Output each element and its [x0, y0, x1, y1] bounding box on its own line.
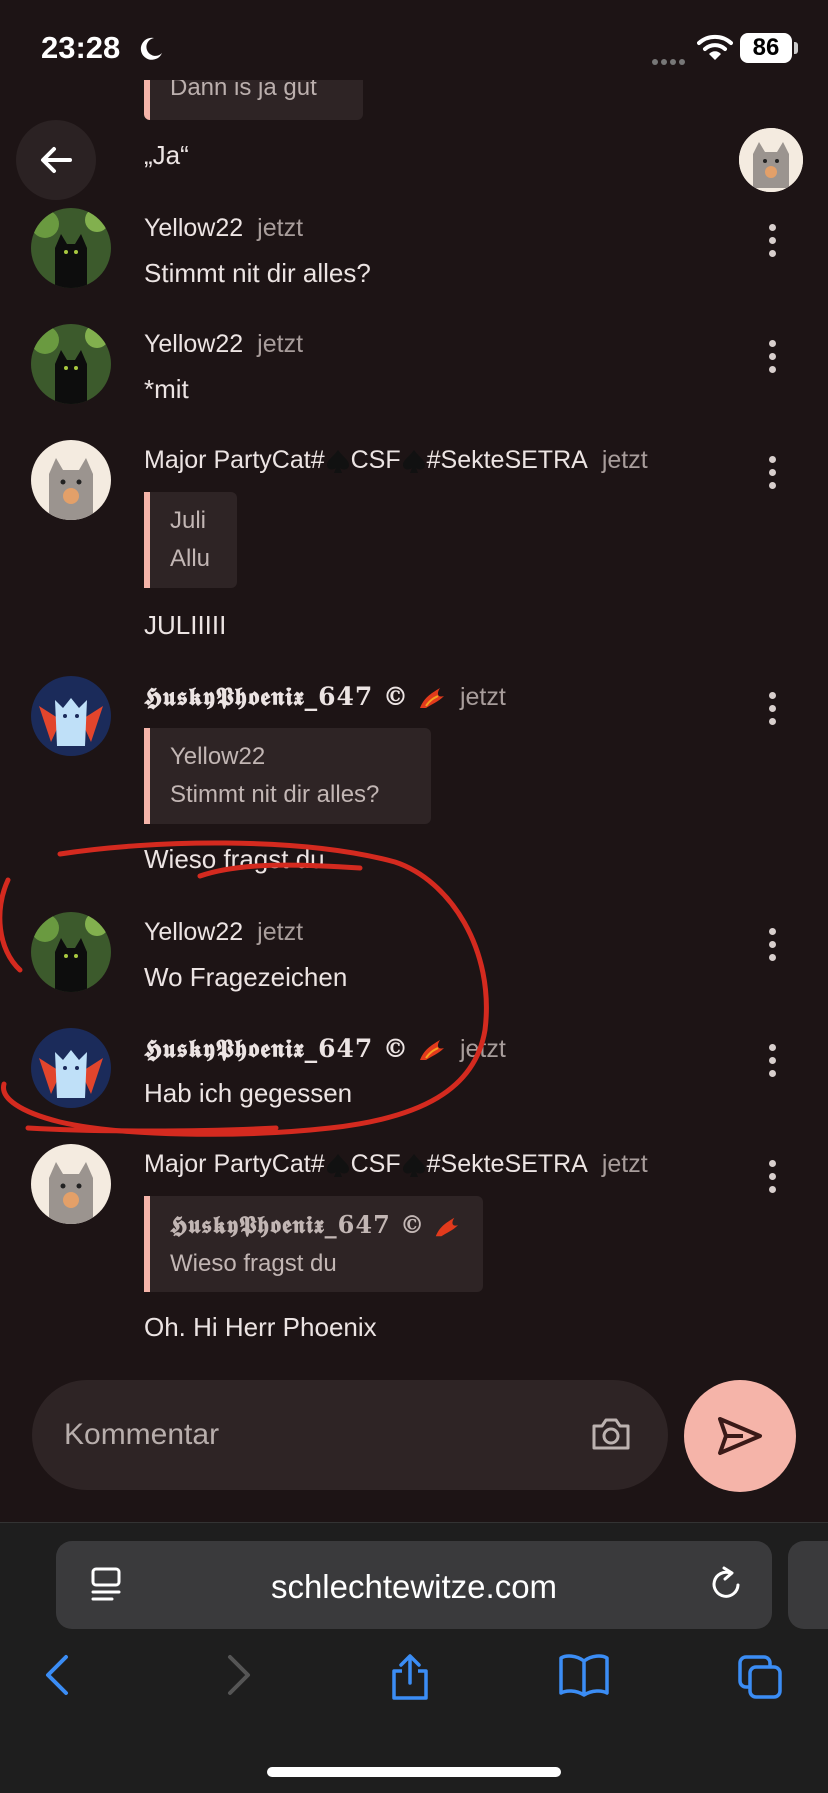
back-nav-icon[interactable] [42, 1653, 74, 1697]
message-text: Hab ich gegessen [144, 1078, 353, 1108]
spade-icon [326, 1154, 349, 1178]
share-icon[interactable] [389, 1653, 431, 1701]
quote-text: Wieso fragst du [170, 1250, 337, 1277]
more-options-icon[interactable] [762, 456, 782, 496]
comment-input[interactable]: Kommentar [32, 1380, 668, 1490]
wifi-icon [697, 34, 733, 60]
more-options-icon[interactable] [762, 692, 782, 732]
avatar-huskyphoenix[interactable] [31, 1028, 111, 1108]
avatar-yellow22[interactable] [31, 912, 111, 992]
more-options-icon[interactable] [762, 1160, 782, 1200]
wolf-phoenix-avatar-icon [31, 676, 111, 756]
spade-icon [326, 450, 349, 474]
more-options-icon[interactable] [762, 224, 782, 264]
message-author[interactable]: Major PartyCat# CSF #SekteSETRA jetzt [144, 1150, 648, 1179]
moon-icon [140, 37, 162, 60]
quote-author: Juli [170, 507, 207, 534]
message-text: Oh. Hi Herr Phoenix [144, 1312, 377, 1342]
quoted-message[interactable]: Yellow22 Stimmt nit dir alles? [144, 728, 431, 824]
partial-quote-text: Dann is ja gut [170, 80, 317, 101]
quoted-message[interactable]: Juli Allu [144, 492, 237, 588]
more-options-icon[interactable] [762, 340, 782, 380]
black-cat-avatar-icon [31, 324, 111, 404]
arrow-left-icon [41, 147, 72, 173]
send-button[interactable] [684, 1380, 796, 1492]
home-indicator [267, 1767, 561, 1777]
message-time: jetzt [601, 446, 648, 474]
avatar-huskyphoenix[interactable] [31, 676, 111, 756]
previous-message-text: „Ja“ [144, 140, 189, 170]
send-icon [718, 1417, 762, 1455]
cat-avatar-icon [31, 1144, 111, 1224]
phoenix-icon [419, 688, 444, 709]
message-time: jetzt [257, 330, 304, 358]
cat-avatar-icon [739, 128, 803, 192]
avatar-major-partycat[interactable] [31, 1144, 111, 1224]
camera-icon[interactable] [590, 1416, 632, 1452]
black-cat-avatar-icon [31, 912, 111, 992]
message-time: jetzt [257, 918, 304, 946]
reload-icon[interactable] [708, 1565, 744, 1603]
avatar-major-partycat[interactable] [31, 440, 111, 520]
message-author[interactable]: 𝕳𝖚𝖘𝖐𝖞𝕻𝖍𝖔𝖊𝖓𝖎𝖝_647 © jetzt [144, 1034, 506, 1064]
message-author[interactable]: Major PartyCat# CSF #SekteSETRA jetzt [144, 446, 648, 475]
signal-icon [652, 52, 688, 70]
spade-icon [402, 1154, 425, 1178]
bookmarks-icon[interactable] [558, 1653, 610, 1697]
message-time: jetzt [601, 1150, 648, 1178]
partial-quote: Dann is ja gut [144, 80, 363, 120]
avatar-yellow22[interactable] [31, 208, 111, 288]
address-bar[interactable]: schlechtewitze.com [56, 1541, 772, 1629]
message-author[interactable]: Yellow22 jetzt [144, 214, 303, 243]
phoenix-icon [435, 1217, 458, 1236]
back-button[interactable] [16, 120, 96, 200]
quoted-message[interactable]: 𝕳𝖚𝖘𝖐𝖞𝕻𝖍𝖔𝖊𝖓𝖎𝖝_647 © Wieso fragst du [144, 1196, 483, 1292]
message-time: jetzt [257, 214, 304, 242]
battery-indicator: 86 [740, 33, 792, 63]
browser-toolbar: schlechtewitze.com [0, 1522, 828, 1793]
black-cat-avatar-icon [31, 208, 111, 288]
url-text: schlechtewitze.com [270, 1568, 558, 1605]
more-options-icon[interactable] [762, 1044, 782, 1084]
message-text: Wieso fragst du [144, 844, 325, 874]
message-text: Stimmt nit dir alles? [144, 258, 371, 288]
next-tab-preview[interactable] [788, 1541, 828, 1629]
avatar-yellow22[interactable] [31, 324, 111, 404]
status-bar: 23:28 86 [0, 0, 828, 96]
more-options-icon[interactable] [762, 928, 782, 968]
forward-nav-icon[interactable] [222, 1653, 254, 1697]
message-author[interactable]: Yellow22 jetzt [144, 918, 303, 947]
spade-icon [402, 450, 425, 474]
message-text: JULIIIII [144, 610, 227, 640]
quote-text: Allu [170, 545, 211, 572]
battery-tip [794, 42, 798, 54]
tabs-icon[interactable] [736, 1653, 784, 1699]
message-text: Wo Fragezeichen [144, 962, 348, 992]
quote-author: Yellow22 [170, 743, 266, 770]
wolf-phoenix-avatar-icon [31, 1028, 111, 1108]
quote-text: Stimmt nit dir alles? [170, 781, 380, 808]
status-time: 23:28 [41, 30, 121, 65]
comment-placeholder: Kommentar [64, 1418, 220, 1451]
message-author[interactable]: Yellow22 jetzt [144, 330, 303, 359]
cat-avatar-icon [31, 440, 111, 520]
quote-author: 𝕳𝖚𝖘𝖐𝖞𝕻𝖍𝖔𝖊𝖓𝖎𝖝_647 © [170, 1206, 463, 1245]
message-text: *mit [144, 374, 189, 404]
phoenix-icon [419, 1040, 444, 1061]
message-time: jetzt [459, 683, 506, 711]
profile-avatar[interactable] [739, 128, 803, 192]
message-time: jetzt [459, 1035, 506, 1063]
message-author[interactable]: 𝕳𝖚𝖘𝖐𝖞𝕻𝖍𝖔𝖊𝖓𝖎𝖝_647 © jetzt [144, 682, 506, 712]
